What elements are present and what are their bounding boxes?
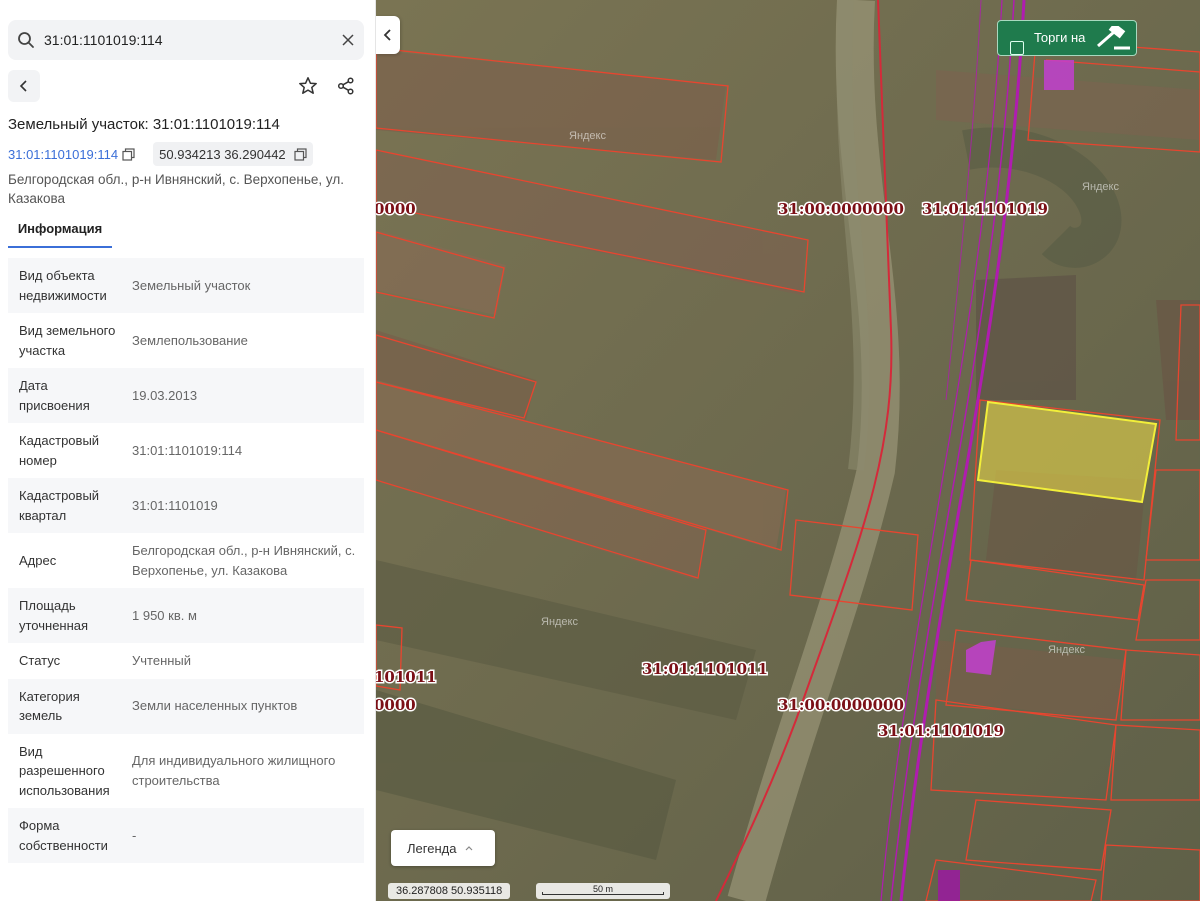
- quarter-label[interactable]: 31:00:0000000: [777, 199, 906, 220]
- chevron-left-icon: [383, 29, 391, 41]
- info-panel: Земельный участок: 31:01:1101019:114 31:…: [0, 0, 376, 901]
- favorite-button[interactable]: [292, 70, 324, 102]
- property-row: Адрес Белгородская обл., р-н Ивнянский, с…: [8, 533, 364, 588]
- page-title: Земельный участок: 31:01:1101019:114: [8, 116, 280, 133]
- property-key: Категория земель: [19, 688, 80, 724]
- property-key: Площадь уточненная: [19, 598, 89, 633]
- cadastral-number-link[interactable]: 31:01:1101019:114: [8, 147, 118, 162]
- property-key: Кадастровый квартал: [19, 488, 100, 523]
- property-value: 1 950 кв. м: [132, 607, 197, 623]
- copy-icon[interactable]: [122, 147, 135, 161]
- coordinates-chip: 50.934213 36.290442: [153, 142, 313, 166]
- property-value: Учтенный: [132, 653, 192, 668]
- property-value: Земли населенных пунктов: [132, 698, 298, 714]
- tab-bar: Информация: [8, 216, 368, 248]
- auction-toggle-button[interactable]: Торги на: [997, 20, 1137, 56]
- property-row: Вид разрешенного использования Для индиви…: [8, 734, 364, 809]
- quarter-label[interactable]: 0000: [376, 199, 417, 220]
- property-row: Вид объекта недвижимости Земельный участо…: [8, 258, 364, 313]
- property-value: 31:01:1101019: [132, 497, 218, 513]
- watermark-text: Яндекс: [541, 616, 578, 628]
- clear-search-icon[interactable]: [332, 20, 364, 60]
- watermark-text: Яндекс: [569, 130, 606, 142]
- quarter-label[interactable]: 31:00:0000000: [777, 695, 906, 716]
- property-key: Вид земельного участка: [19, 323, 116, 358]
- property-value: Для индивидуального жилищного строительс…: [132, 753, 336, 788]
- property-value: 31:01:1101019:114: [132, 442, 243, 458]
- search-icon[interactable]: [8, 20, 44, 60]
- property-row: Статус Учтенный: [8, 643, 364, 679]
- share-button[interactable]: [330, 70, 362, 102]
- quarter-label[interactable]: 31:01:1101019: [877, 721, 1006, 742]
- property-row: Форма собственности -: [8, 808, 364, 863]
- property-row: Дата присвоения 19.03.2013: [8, 368, 364, 423]
- scale-label: 50 m: [592, 884, 613, 894]
- property-row: Вид земельного участка Землепользование: [8, 313, 364, 368]
- identifier-row: 31:01:1101019:114 50.934213 36.290442: [8, 142, 313, 166]
- property-value: Землепользование: [132, 332, 248, 348]
- chevron-left-icon: [19, 80, 27, 92]
- star-icon: [299, 77, 317, 94]
- property-value: Земельный участок: [132, 277, 251, 293]
- property-value: 19.03.2013: [132, 387, 198, 403]
- properties-table: Вид объекта недвижимости Земельный участо…: [8, 258, 364, 863]
- property-row: Кадастровый квартал 31:01:1101019: [8, 478, 364, 533]
- back-button[interactable]: [8, 70, 40, 102]
- chevron-up-icon: [466, 846, 473, 851]
- scale-bar: 50 m: [536, 883, 670, 899]
- cursor-coordinates: 36.287808 50.935118: [388, 883, 511, 899]
- property-row: Категория земель Земли населенных пунктов: [8, 678, 364, 734]
- property-key: Форма собственности: [19, 818, 108, 853]
- property-key: Кадастровый номер: [19, 433, 100, 468]
- property-row: Кадастровый номер 31:01:1101019:114: [8, 423, 364, 478]
- property-key: Статус: [19, 653, 61, 668]
- map-canvas[interactable]: Яндекс Яндекс Яндекс Яндекс 0000 31:00:0…: [376, 0, 1200, 901]
- quarter-label[interactable]: 31:01:1101019: [921, 199, 1050, 220]
- map-view[interactable]: Яндекс Яндекс Яндекс Яндекс 0000 31:00:0…: [376, 0, 1200, 901]
- gavel-icon: [1097, 26, 1130, 50]
- search-input[interactable]: [44, 20, 332, 60]
- copy-icon[interactable]: [294, 147, 307, 161]
- quarter-label[interactable]: 101011: [376, 667, 438, 688]
- auction-label: Торги на: [1034, 30, 1086, 45]
- legend-button[interactable]: Легенда: [391, 830, 495, 866]
- tab-information[interactable]: Информация: [8, 216, 112, 248]
- card-toolbar: [8, 70, 364, 102]
- property-value: Белгородская обл., р-н Ивнянский, с. Вер…: [132, 543, 356, 578]
- property-key: Вид разрешенного использования: [19, 743, 110, 798]
- property-row: Площадь уточненная 1 950 кв. м: [8, 588, 364, 643]
- collapse-panel-button[interactable]: [376, 16, 400, 54]
- property-key: Адрес: [19, 552, 57, 568]
- property-key: Дата присвоения: [19, 378, 90, 413]
- coordinates-text: 50.934213 36.290442: [159, 146, 286, 162]
- address-text: Белгородская обл., р-н Ивнянский, с. Вер…: [8, 172, 344, 206]
- watermark-text: Яндекс: [1082, 181, 1119, 193]
- legend-label: Легенда: [407, 840, 457, 856]
- watermark-text: Яндекс: [1048, 644, 1085, 656]
- quarter-label[interactable]: 0000: [376, 695, 417, 716]
- share-icon: [337, 77, 354, 95]
- property-value: -: [132, 827, 137, 843]
- search-bar: [8, 20, 364, 60]
- quarter-label[interactable]: 31:01:1101011: [641, 659, 770, 680]
- auction-checkbox[interactable]: [1010, 41, 1024, 55]
- property-key: Вид объекта недвижимости: [19, 268, 107, 303]
